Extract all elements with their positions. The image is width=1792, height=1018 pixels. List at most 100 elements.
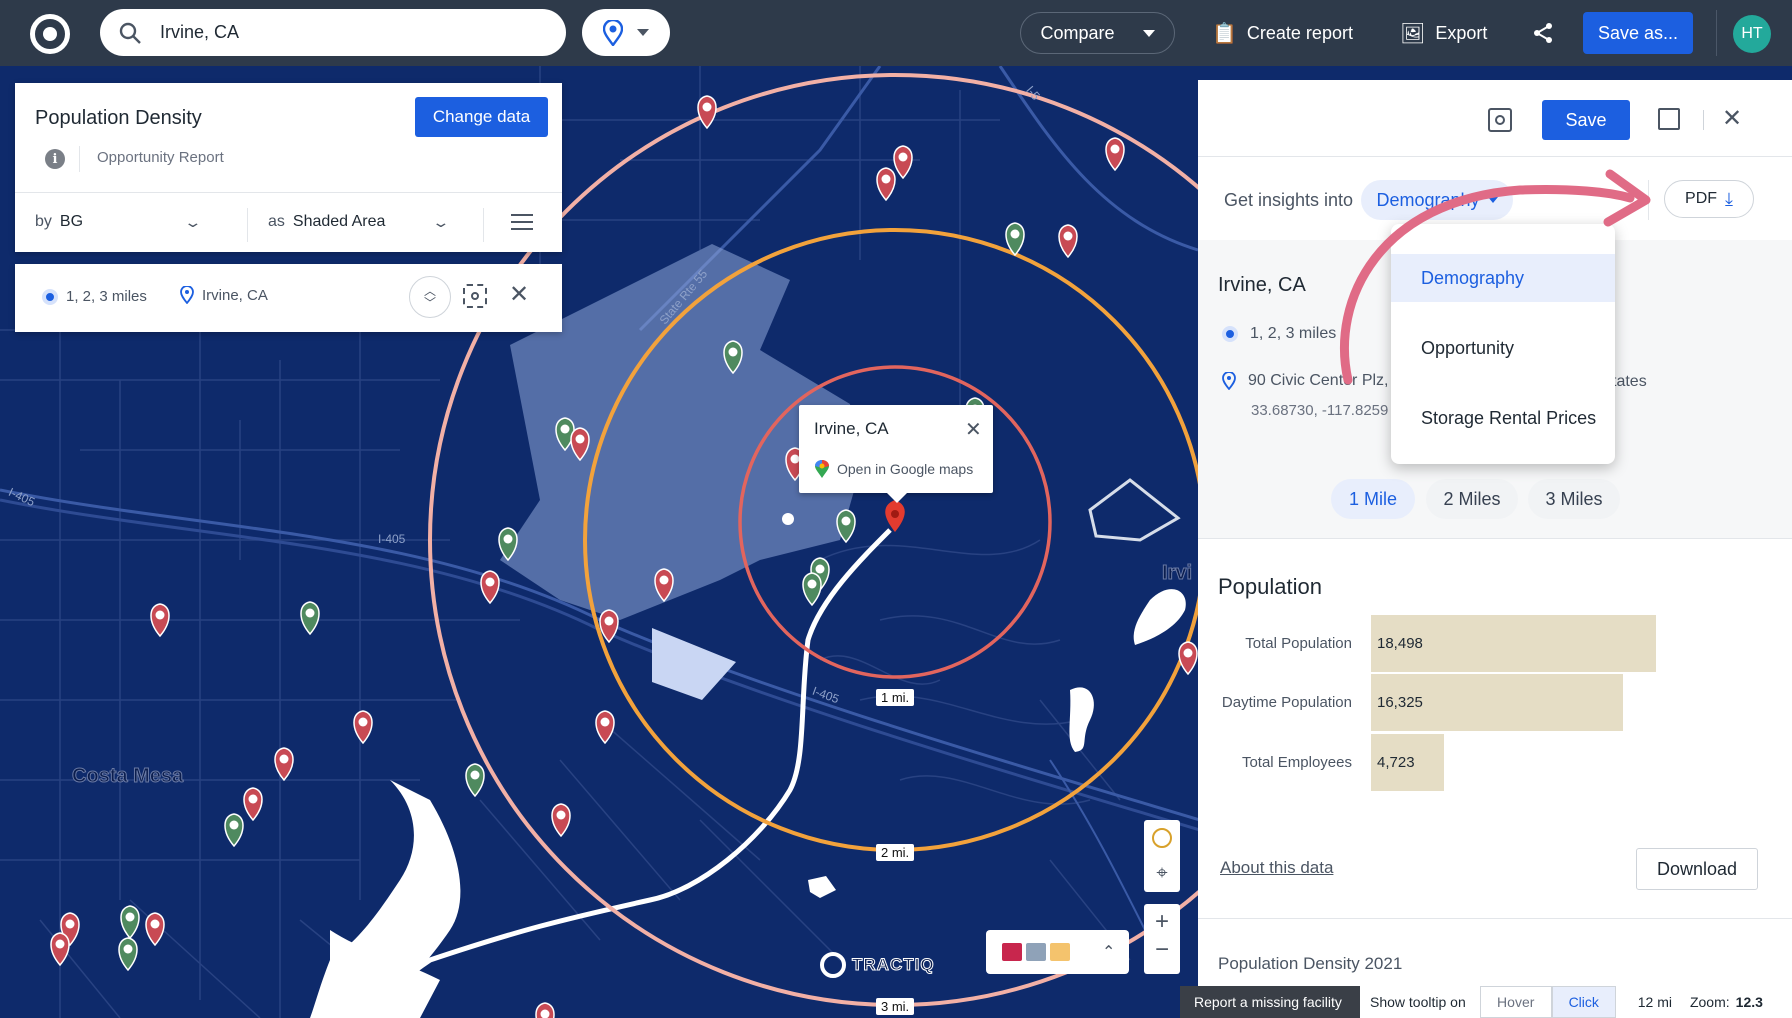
location-label: Irvine, CA: [202, 286, 268, 304]
compare-dropdown[interactable]: Compare: [1020, 12, 1175, 54]
dropdown-divider: [247, 208, 248, 242]
map-zoom-controls: + −: [1144, 904, 1180, 974]
search-input[interactable]: [158, 21, 518, 44]
population-bar-value: 16,325: [1377, 694, 1423, 711]
population-row-label: Daytime Population: [1221, 694, 1352, 711]
location-mode-dropdown[interactable]: [582, 9, 670, 56]
app-logo-icon[interactable]: [30, 14, 70, 54]
save-as-label: Save as...: [1597, 22, 1679, 43]
download-arrow-icon: ⤓: [1725, 188, 1733, 209]
info-divider: [79, 146, 80, 172]
next-section-title: Population Density 2021: [1218, 954, 1403, 973]
chevron-down-icon: ﹀: [423, 296, 436, 310]
report-type-label: Opportunity Report: [97, 149, 224, 166]
pdf-download-button[interactable]: PDF ⤓: [1664, 180, 1754, 218]
pin-filter-icon[interactable]: [1152, 828, 1172, 848]
map-location-controls: ⌖: [1144, 820, 1180, 892]
compare-label: Compare: [1040, 22, 1115, 43]
road-label-i405-b: I-405: [378, 532, 406, 546]
focus-area-icon[interactable]: [463, 284, 487, 308]
close-panel-icon[interactable]: ✕: [1722, 104, 1742, 133]
population-bar: 18,498: [1371, 615, 1656, 672]
search-box[interactable]: [100, 9, 566, 56]
location-title: Irvine, CA: [1218, 274, 1306, 296]
scale-label: 12 mi: [1637, 994, 1672, 1010]
screenshot-center-dot: [1495, 115, 1505, 125]
menu-item-storage-rental-prices[interactable]: Storage Rental Prices: [1391, 394, 1615, 442]
location-pin-icon: [603, 19, 623, 46]
export-button[interactable]: 🖼 Export: [1400, 12, 1487, 54]
radius-selector[interactable]: 1, 2, 3 miles: [42, 288, 147, 305]
location-selector[interactable]: Irvine, CA: [180, 286, 268, 304]
popup-title: Irvine, CA: [814, 419, 889, 438]
share-icon: [1534, 23, 1552, 43]
share-button[interactable]: [1532, 12, 1554, 54]
display-as-dropdown[interactable]: as Shaded Area ⌄: [268, 213, 451, 231]
hamburger-middle-line: [511, 221, 533, 223]
my-location-icon[interactable]: ⌖: [1156, 862, 1167, 885]
tab-2-miles[interactable]: 2 Miles: [1426, 479, 1518, 519]
tab-1-mile[interactable]: 1 Mile: [1331, 479, 1415, 519]
radius-dot-icon: [42, 288, 58, 305]
focus-center-dot: [471, 292, 479, 300]
place-label-irvine: Irvi: [1161, 562, 1193, 585]
population-bar: 4,723: [1371, 734, 1444, 791]
radius-card: 1, 2, 3 miles Irvine, CA ︿ ﹀ ✕: [15, 264, 562, 332]
save-as-button[interactable]: Save as...: [1583, 12, 1693, 54]
location-pin-icon: [1222, 372, 1236, 390]
zoom-out-icon[interactable]: −: [1155, 936, 1169, 964]
tabs-divider: [1198, 538, 1792, 539]
open-new-window-icon[interactable]: [1658, 108, 1680, 130]
legend-swatch-gray: [1026, 943, 1046, 961]
zoom-in-icon[interactable]: +: [1155, 908, 1169, 936]
chevron-down-icon: ⌄: [183, 213, 203, 230]
location-popup: Irvine, CA ✕ Open in Google maps: [799, 405, 993, 503]
pdf-label: PDF: [1685, 190, 1718, 207]
tooltip-hover-toggle[interactable]: Hover: [1479, 986, 1552, 1018]
display-as-prefix: as: [268, 213, 285, 230]
caret-down-icon: [1142, 29, 1155, 37]
tab-3-miles[interactable]: 3 Miles: [1528, 479, 1620, 519]
google-maps-link[interactable]: Open in Google maps: [815, 460, 973, 478]
report-missing-facility[interactable]: Report a missing facility: [1180, 986, 1360, 1018]
close-icon[interactable]: ✕: [509, 280, 529, 309]
about-data-link[interactable]: About this data: [1220, 858, 1333, 878]
population-bar-value: 18,498: [1377, 635, 1423, 652]
group-by-value: BG: [59, 213, 84, 230]
ring-label-3mi: 3 mi.: [876, 998, 915, 1015]
location-pin-icon: [180, 286, 194, 304]
legend-swatch-yellow: [1050, 943, 1070, 961]
facility-marker-icon[interactable]: [535, 1002, 555, 1018]
user-avatar[interactable]: HT: [1733, 15, 1771, 53]
hamburger-menu-icon[interactable]: [511, 214, 533, 230]
expand-collapse-icon[interactable]: ︿ ﹀: [409, 276, 451, 318]
data-layer-card: Population Density Change data i Opportu…: [15, 83, 562, 252]
create-report-button[interactable]: 📋 Create report: [1212, 12, 1353, 54]
map-legend-toggle[interactable]: ⌃: [986, 930, 1129, 974]
population-bar-value: 4,723: [1377, 754, 1415, 771]
group-by-dropdown[interactable]: by BG ⌄: [35, 213, 202, 231]
tractiq-brand-text: TRACTIQ: [852, 955, 935, 975]
show-tooltip-label: Show tooltip on: [1370, 994, 1466, 1010]
panel-divider: [1703, 110, 1704, 130]
card-divider: [15, 192, 562, 193]
clipboard-icon: 📋: [1212, 22, 1237, 45]
download-button[interactable]: Download: [1636, 848, 1758, 890]
population-bar: 16,325: [1371, 674, 1623, 731]
display-as-value: Shaded Area: [292, 213, 386, 230]
topbar-divider: [1716, 10, 1717, 56]
population-row-label: Total Employees: [1241, 754, 1352, 771]
save-button[interactable]: Save: [1542, 100, 1630, 140]
change-data-button[interactable]: Change data: [415, 97, 548, 137]
place-label-costa-mesa: Costa Mesa: [71, 765, 184, 788]
annotation-arrow: [1340, 169, 1651, 385]
tractiq-watermark: TRACTIQ: [820, 952, 935, 978]
double-chevron-up-icon[interactable]: ⌃: [1102, 942, 1115, 962]
dropdown-divider: [483, 208, 484, 242]
legend-swatch-red: [1002, 943, 1022, 961]
popup-close-icon[interactable]: ✕: [965, 417, 982, 442]
screenshot-area-icon[interactable]: [1488, 108, 1512, 132]
population-title: Population: [1218, 574, 1322, 599]
tooltip-click-toggle[interactable]: Click: [1551, 986, 1616, 1018]
info-icon[interactable]: i: [45, 149, 65, 169]
